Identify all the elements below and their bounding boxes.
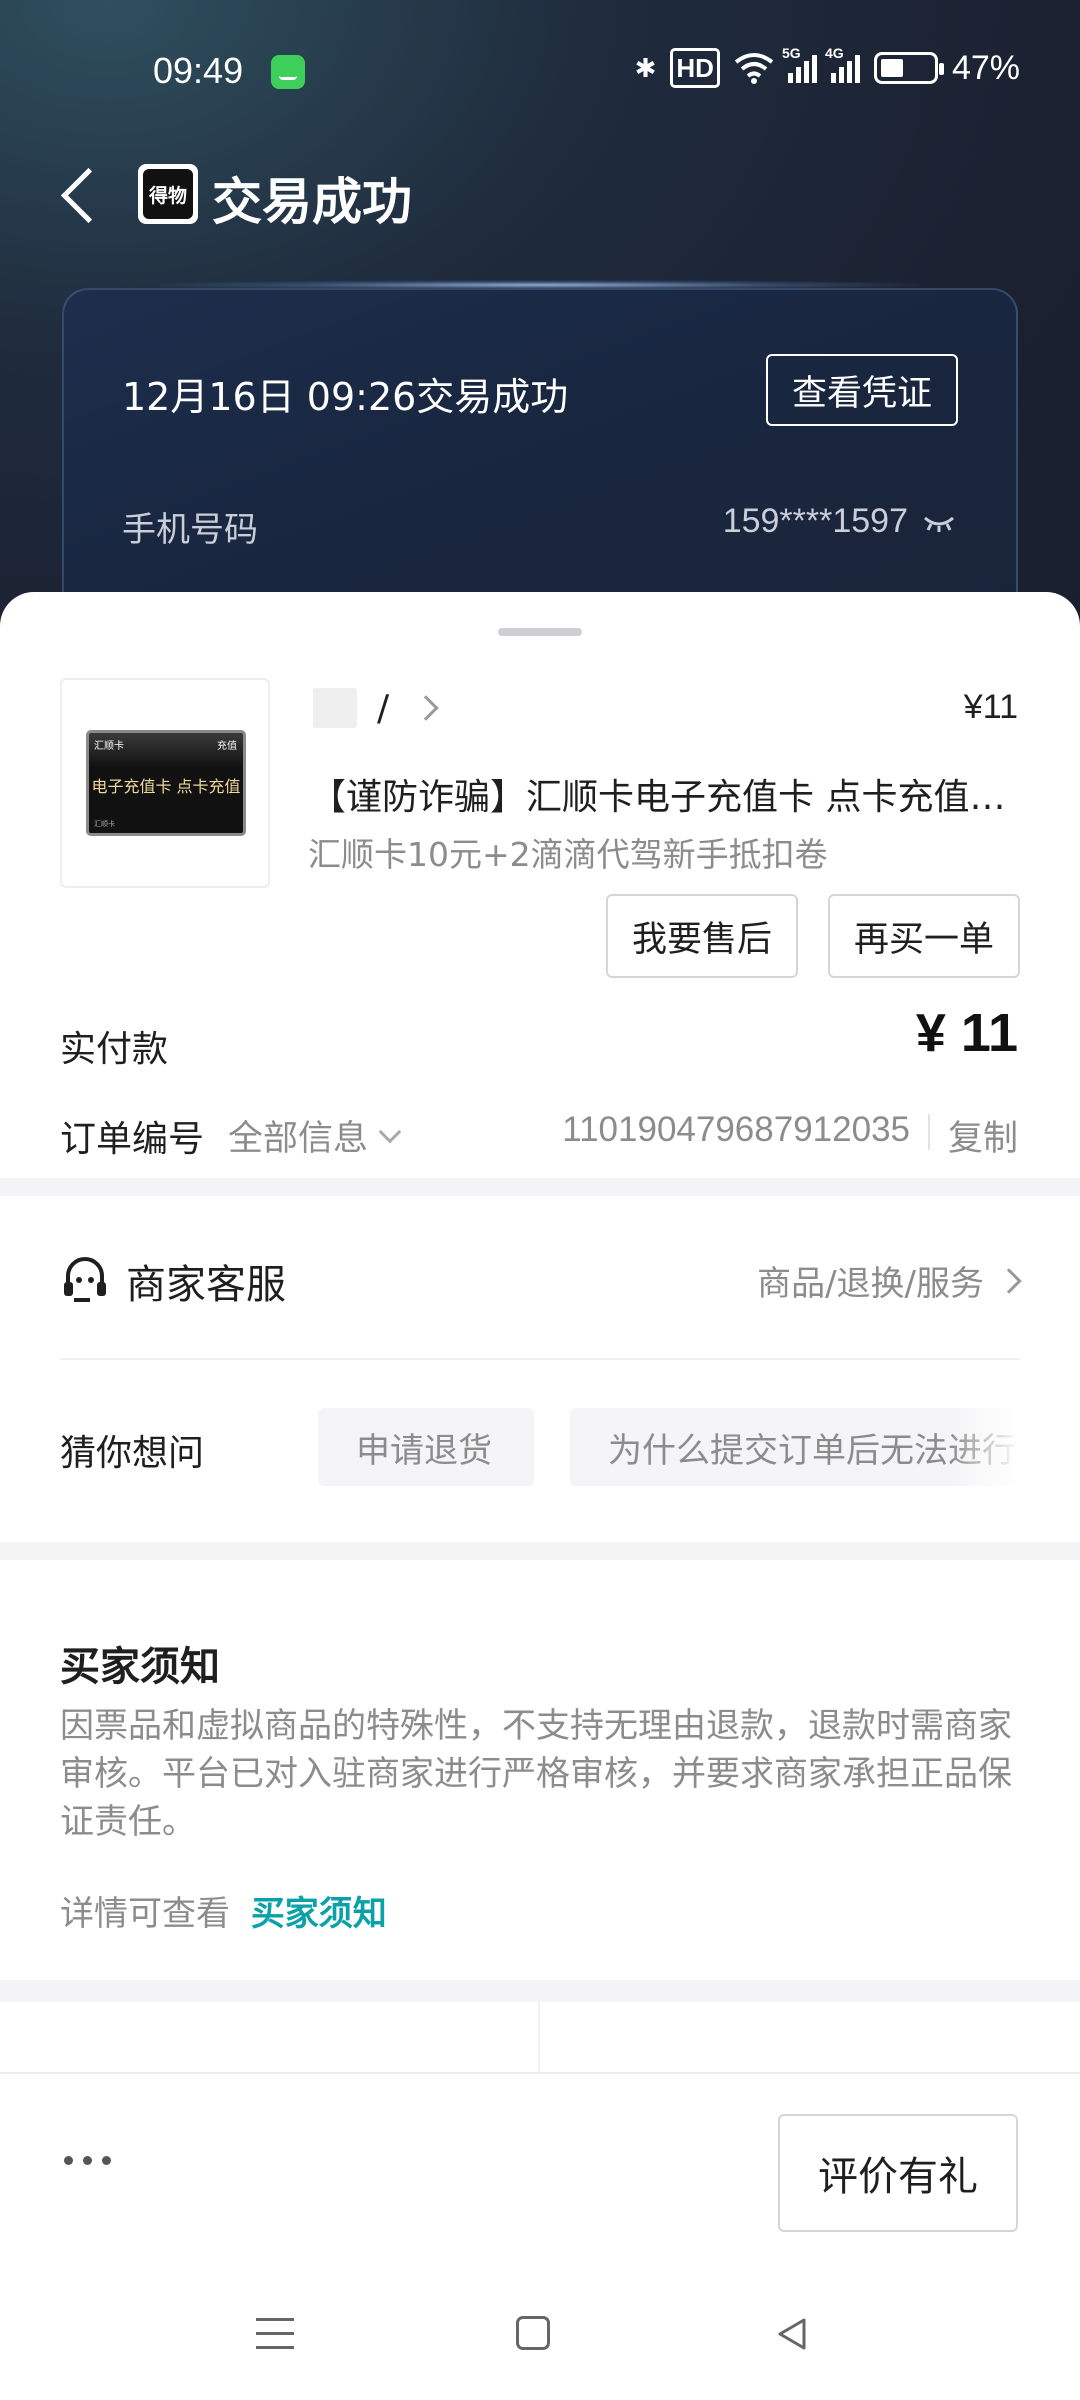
more-options-icon[interactable] xyxy=(64,2156,111,2165)
bottom-action-bar: 评价有礼 xyxy=(0,2072,1080,2258)
hd-voice-icon: HD xyxy=(670,48,720,88)
dewu-logo: 得物 xyxy=(138,164,198,224)
divider xyxy=(928,1114,930,1150)
transaction-status-time: 12月16日 09:26交易成功 xyxy=(122,375,569,419)
product-spec: 汇顺卡10元+2滴滴代驾新手抵扣卷 xyxy=(308,835,828,874)
back-arrow-icon[interactable] xyxy=(55,164,115,224)
system-back-icon[interactable] xyxy=(772,2314,812,2354)
copy-button[interactable]: 复制 xyxy=(948,1110,1018,1161)
eye-closed-icon[interactable] xyxy=(922,508,956,538)
buyer-notice-title: 买家须知 xyxy=(60,1644,220,1690)
battery-percent: 47% xyxy=(951,48,1020,87)
product-image-footer: 汇顺卡 xyxy=(94,820,115,828)
all-info-label: 全部信息 xyxy=(228,1119,369,1159)
section-divider xyxy=(0,1980,1080,2002)
faq-chip[interactable]: 申请退货 xyxy=(318,1408,534,1486)
customer-service-icon xyxy=(64,1257,106,1302)
sheet-drag-handle[interactable] xyxy=(498,628,582,636)
phone-label: 手机号码 xyxy=(122,510,258,550)
paid-amount: ¥ 11 xyxy=(915,1003,1018,1063)
status-indicators: ✱ HD 5G 4G 47% xyxy=(634,45,1020,88)
section-divider xyxy=(0,1542,1080,1560)
top-nav: 得物 交易成功 xyxy=(0,150,1080,240)
signal-5g-icon: 5G xyxy=(782,45,817,83)
product-image-brand: 汇顺卡 xyxy=(94,741,124,752)
product-image-caption: 电子充值卡 点卡充值 xyxy=(91,777,241,796)
shop-avatar xyxy=(313,688,357,728)
faq-label: 猜你想问 xyxy=(60,1433,205,1474)
all-info-toggle[interactable]: 全部信息 xyxy=(228,1110,402,1161)
header-background: 09:49 ✱ HD 5G 4G 47% 得物 交易成功 12月16日 09:2… xyxy=(0,0,1080,680)
message-notification-icon xyxy=(271,55,305,89)
merchant-service-topics: 商品/退换/服务 xyxy=(757,1264,984,1304)
product-price: ¥11 xyxy=(963,688,1018,726)
system-navigation-bar xyxy=(0,2300,1080,2388)
chevron-right-icon xyxy=(996,1267,1022,1294)
signal-4g-icon: 4G xyxy=(825,45,860,83)
order-number-label: 订单编号 xyxy=(60,1119,205,1160)
shop-name: / xyxy=(377,687,390,729)
page-title: 交易成功 xyxy=(212,173,412,231)
product-image-tag: 充值 xyxy=(217,741,237,752)
buyer-notice-more: 详情可查看 买家须知 xyxy=(60,1886,387,1935)
merchant-service-title[interactable]: 商家客服 xyxy=(126,1252,286,1310)
battery-icon xyxy=(873,52,944,84)
recent-apps-icon[interactable] xyxy=(256,2318,294,2350)
scroll-fade xyxy=(950,1408,1020,1486)
status-time: 09:49 xyxy=(153,50,244,91)
chevron-down-icon xyxy=(378,1120,402,1143)
product-title[interactable]: 【谨防诈骗】汇顺卡电子充值卡 点卡充值 ... xyxy=(310,768,1010,820)
view-voucher-button[interactable]: 查看凭证 xyxy=(766,354,958,426)
buyer-notice-body: 因票品和虚拟商品的特殊性，不支持无理由退款，退款时需商家审核。平台已对入驻商家进… xyxy=(60,1706,1012,1842)
section-divider xyxy=(0,1178,1080,1196)
shop-link[interactable]: / xyxy=(313,686,439,730)
signal-4g-label: 4G xyxy=(824,45,844,61)
order-detail-sheet: 汇顺卡 充值 电子充值卡 点卡充值 汇顺卡 / ¥11 【谨防诈骗】汇顺卡电子充… xyxy=(0,592,1080,1552)
paid-label: 实付款 xyxy=(60,1029,169,1070)
dewu-logo-text: 得物 xyxy=(143,169,193,219)
merchant-service-link[interactable]: 商品/退换/服务 xyxy=(757,1256,1022,1305)
chevron-right-icon xyxy=(413,695,439,721)
signal-5g-label: 5G xyxy=(781,45,801,61)
divider xyxy=(538,2002,540,2072)
status-bar: 09:49 ✱ HD 5G 4G 47% xyxy=(0,0,1080,145)
order-number: 110190479687912035 xyxy=(562,1110,910,1149)
wifi-icon xyxy=(734,48,774,88)
after-sale-button[interactable]: 我要售后 xyxy=(606,894,798,978)
buyer-notice-link[interactable]: 买家须知 xyxy=(251,1894,387,1934)
buyer-notice-more-prefix: 详情可查看 xyxy=(60,1894,230,1934)
divider xyxy=(60,1358,1020,1360)
bluetooth-icon: ✱ xyxy=(634,52,657,83)
phone-value: 159****1597 xyxy=(722,502,908,540)
product-thumbnail[interactable]: 汇顺卡 充值 电子充值卡 点卡充值 汇顺卡 xyxy=(60,678,270,888)
review-button[interactable]: 评价有礼 xyxy=(778,2114,1018,2232)
product-image: 汇顺卡 充值 电子充值卡 点卡充值 汇顺卡 xyxy=(86,730,246,836)
home-icon[interactable] xyxy=(516,2316,550,2350)
buy-again-button[interactable]: 再买一单 xyxy=(828,894,1020,978)
